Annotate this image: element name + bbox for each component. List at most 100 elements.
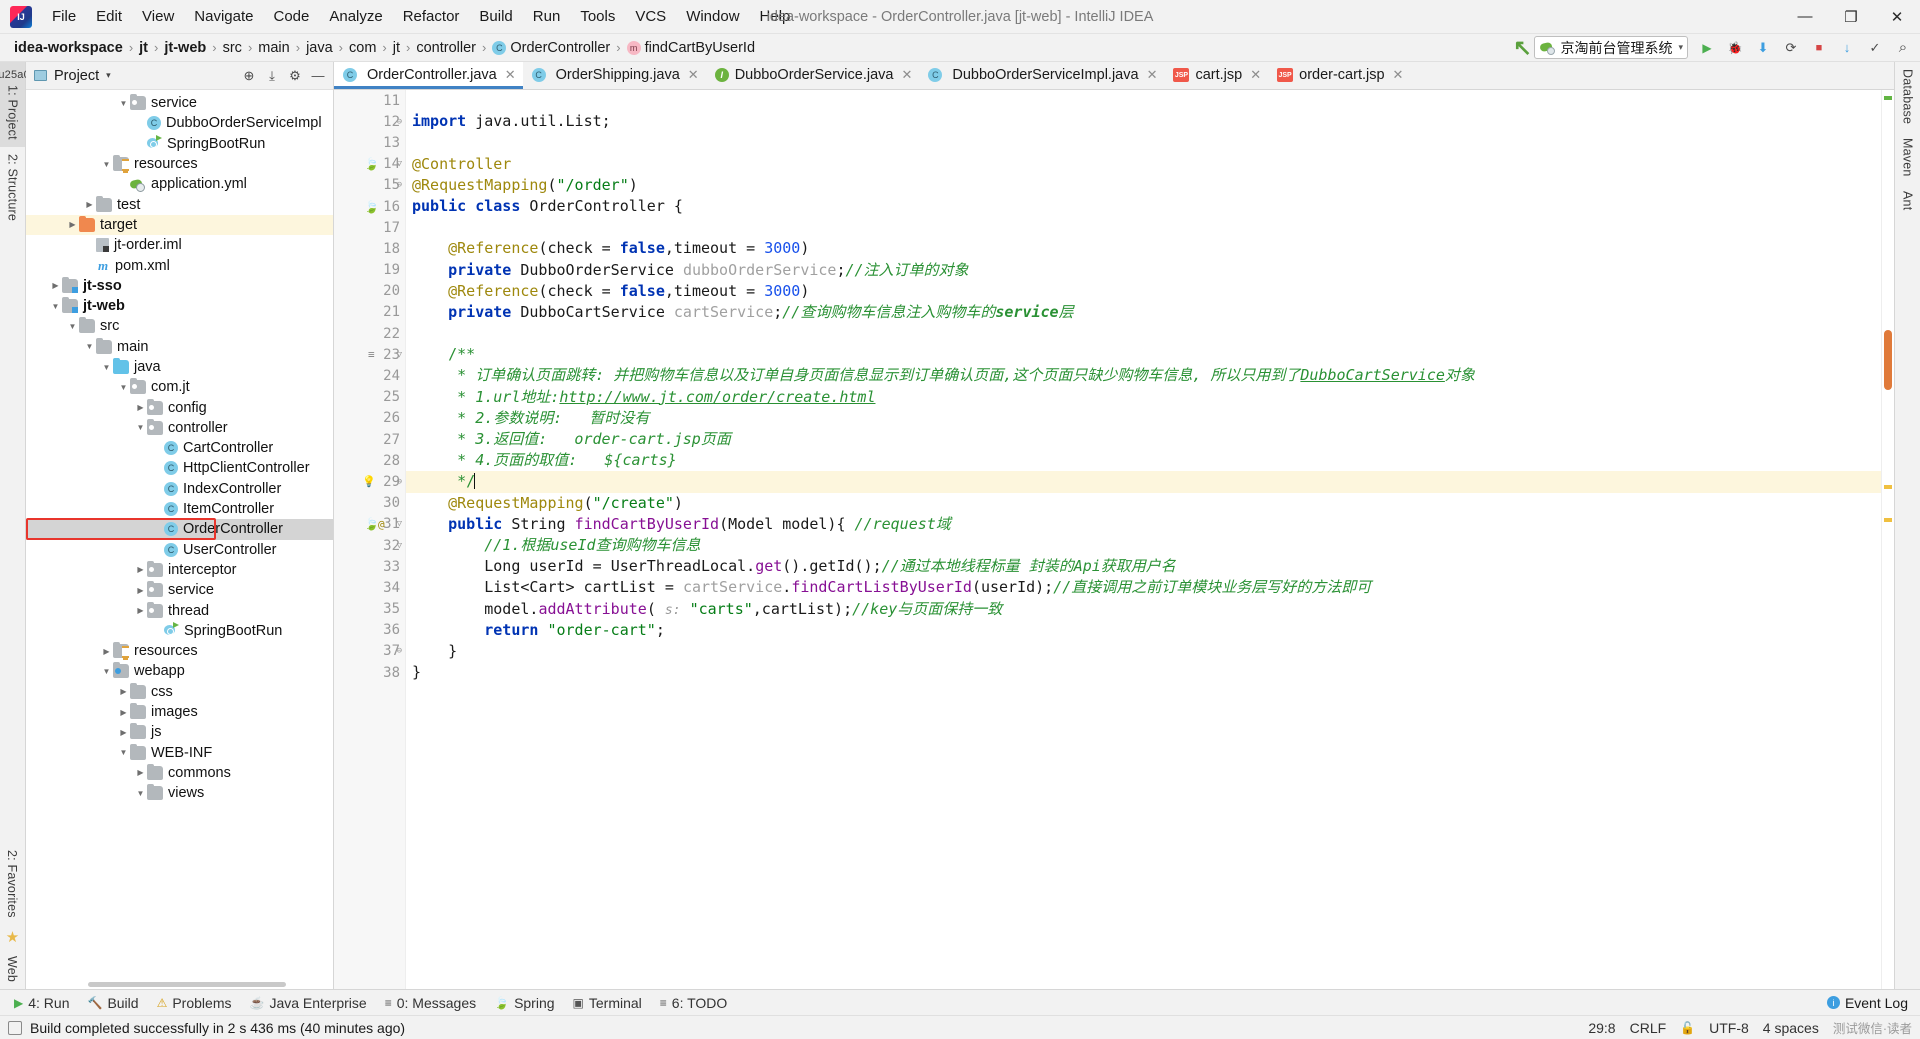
vertical-scrollbar-thumb[interactable] — [1884, 330, 1892, 390]
line-separator[interactable]: CRLF — [1630, 1020, 1667, 1036]
tree-item-application-yml[interactable]: application.yml — [26, 174, 333, 194]
intention-bulb-icon[interactable]: 💡 — [362, 475, 376, 488]
editor-tab-ordercontroller-java[interactable]: C OrderController.java ✕ — [334, 62, 523, 89]
bottom-tab-spring[interactable]: 🍃 Spring — [486, 993, 562, 1013]
gutter-line-35[interactable]: 35 — [334, 599, 405, 620]
breadcrumb-item-jt2[interactable]: jt — [389, 39, 404, 57]
chevron-down-icon[interactable]: ▼ — [49, 300, 62, 313]
tree-item-indexcontroller[interactable]: C IndexController — [26, 479, 333, 499]
code-line-34[interactable]: List<Cart> cartList = cartService.findCa… — [406, 577, 1881, 598]
gutter-line-33[interactable]: 33 — [334, 556, 405, 577]
gutter-line-36[interactable]: 36 — [334, 620, 405, 641]
code-fold-icon[interactable]: ⊖ — [397, 180, 402, 190]
code-line-14[interactable]: @Controller — [406, 154, 1881, 175]
code-line-21[interactable]: private DubboCartService cartService;//查… — [406, 302, 1881, 323]
tree-item-pom-xml[interactable]: m pom.xml — [26, 255, 333, 275]
tree-item-web-inf[interactable]: ▼ WEB-INF — [26, 743, 333, 763]
menu-vcs[interactable]: VCS — [625, 5, 676, 28]
code-line-17[interactable] — [406, 217, 1881, 238]
chevron-right-icon[interactable]: ▶ — [49, 279, 62, 292]
bottom-tab-java-enterprise[interactable]: ☕ Java Enterprise — [241, 993, 374, 1013]
tree-item-com-jt[interactable]: ▼ com.jt — [26, 377, 333, 397]
chevron-right-icon[interactable]: ▶ — [117, 706, 130, 719]
gutter-line-20[interactable]: 20 — [334, 281, 405, 302]
menu-build[interactable]: Build — [469, 5, 522, 28]
doc-gutter-icon[interactable]: ≡ — [368, 348, 375, 361]
tree-item-thread[interactable]: ▶ thread — [26, 600, 333, 620]
tree-item-jt-order-iml[interactable]: jt-order.iml — [26, 235, 333, 255]
gutter-line-11[interactable]: 11 — [334, 90, 405, 111]
select-opened-file-button[interactable]: ⊕ — [238, 65, 260, 87]
chevron-down-icon[interactable]: ▼ — [100, 361, 113, 374]
gutter-line-34[interactable]: 34 — [334, 577, 405, 598]
spring-gutter-icon[interactable]: 🍃 — [364, 517, 379, 531]
tree-item-java[interactable]: ▼ java — [26, 357, 333, 377]
code-content[interactable]: import java.util.List; @Controller @Reque… — [406, 90, 1881, 989]
close-button[interactable]: ✕ — [1874, 0, 1920, 34]
tree-item-service[interactable]: ▼ service — [26, 93, 333, 113]
code-line-26[interactable]: * 2.参数说明: 暂时没有 — [406, 408, 1881, 429]
sidebar-item-database[interactable]: Database — [1896, 62, 1920, 131]
bottom-tab-messages[interactable]: ≡ 0: Messages — [377, 993, 484, 1013]
code-line-20[interactable]: @Reference(check = false,timeout = 3000) — [406, 281, 1881, 302]
gutter-line-17[interactable]: 17 — [334, 217, 405, 238]
editor-tab-bar[interactable]: C OrderController.java ✕ C OrderShipping.jav… — [334, 62, 1894, 90]
commit-button[interactable]: ✓ — [1862, 36, 1888, 60]
tree-item-springbootrun[interactable]: SpringBootRun — [26, 621, 333, 641]
close-tab-icon[interactable]: ✕ — [1393, 67, 1404, 83]
code-line-15[interactable]: @RequestMapping("/order") — [406, 175, 1881, 196]
tree-item-config[interactable]: ▶ config — [26, 397, 333, 417]
gutter-line-14[interactable]: 🍃 ▽ 14 — [334, 154, 405, 175]
bottom-tab-build[interactable]: 🔨 Build — [79, 993, 146, 1013]
code-line-31[interactable]: public String findCartByUserId(Model mod… — [406, 514, 1881, 535]
gutter-line-15[interactable]: ⊖ 15 — [334, 175, 405, 196]
tree-item-views[interactable]: ▼ views — [26, 783, 333, 803]
code-line-11[interactable] — [406, 90, 1881, 111]
tree-item-httpclientcontroller[interactable]: C HttpClientController — [26, 458, 333, 478]
code-fold-icon[interactable]: ▽ — [397, 541, 402, 551]
close-tab-icon[interactable]: ✕ — [688, 67, 699, 83]
bottom-tab-todo[interactable]: ≡ 6: TODO — [652, 993, 736, 1013]
tree-item-css[interactable]: ▶ css — [26, 682, 333, 702]
gutter-line-23[interactable]: ≡ ▽ 23 — [334, 344, 405, 365]
tree-item-target[interactable]: ▶ target — [26, 214, 333, 236]
gutter-line-32[interactable]: ▽ 32 — [334, 535, 405, 556]
tree-item-ordercontroller[interactable]: C OrderController — [26, 519, 333, 540]
tree-item-jt-sso[interactable]: ▶ jt-sso — [26, 276, 333, 296]
project-tree[interactable]: ▼ service C DubboOrderServiceImpl SpringBoot… — [26, 90, 333, 980]
chevron-right-icon[interactable]: ▶ — [100, 645, 113, 658]
sidebar-item-project[interactable]: \u25a0 1: Project — [0, 62, 30, 147]
code-line-23[interactable]: /** — [406, 344, 1881, 365]
chevron-down-icon[interactable]: ▼ — [100, 158, 113, 171]
sidebar-item-favorites[interactable]: 2: Favorites — [0, 843, 24, 925]
chevron-right-icon[interactable]: ▶ — [134, 401, 147, 414]
gutter-line-18[interactable]: 18 — [334, 238, 405, 259]
profile-button[interactable]: ⟳ — [1778, 36, 1804, 60]
run-with-coverage-button[interactable]: ⬇ — [1750, 36, 1776, 60]
gutter-line-25[interactable]: 25 — [334, 387, 405, 408]
tree-item-usercontroller[interactable]: C UserController — [26, 540, 333, 560]
gutter-line-29[interactable]: 💡 ⊖ 29 — [334, 471, 405, 492]
indent-setting[interactable]: 4 spaces — [1763, 1020, 1819, 1036]
spring-gutter-icon[interactable]: 🍃 — [364, 157, 379, 171]
menu-run[interactable]: Run — [523, 5, 571, 28]
run-button[interactable]: ▶ — [1694, 36, 1720, 60]
code-fold-icon[interactable]: ▽ — [397, 159, 402, 169]
sidebar-item-ant[interactable]: Ant — [1896, 184, 1920, 217]
menu-code[interactable]: Code — [263, 5, 319, 28]
tree-item-itemcontroller[interactable]: C ItemController — [26, 499, 333, 519]
chevron-right-icon[interactable]: ▶ — [134, 604, 147, 617]
chevron-right-icon[interactable]: ▶ — [66, 218, 79, 231]
editor-tab-dubboorderservice-java[interactable]: I DubboOrderService.java ✕ — [705, 62, 920, 89]
tree-item-cartcontroller[interactable]: C CartController — [26, 438, 333, 458]
close-tab-icon[interactable]: ✕ — [1250, 67, 1261, 83]
chevron-right-icon[interactable]: ▶ — [83, 198, 96, 211]
chevron-right-icon[interactable]: ▶ — [134, 584, 147, 597]
code-line-16[interactable]: public class OrderController { — [406, 196, 1881, 217]
tree-item-resources[interactable]: ▶ resources — [26, 641, 333, 661]
breadcrumb-item-controller[interactable]: controller — [412, 39, 480, 57]
annotation-gutter-icon[interactable]: @ — [378, 518, 385, 531]
code-fold-icon[interactable]: ▽ — [397, 350, 402, 360]
code-fold-icon[interactable]: ⊖ — [397, 646, 402, 656]
gutter-line-26[interactable]: 26 — [334, 408, 405, 429]
